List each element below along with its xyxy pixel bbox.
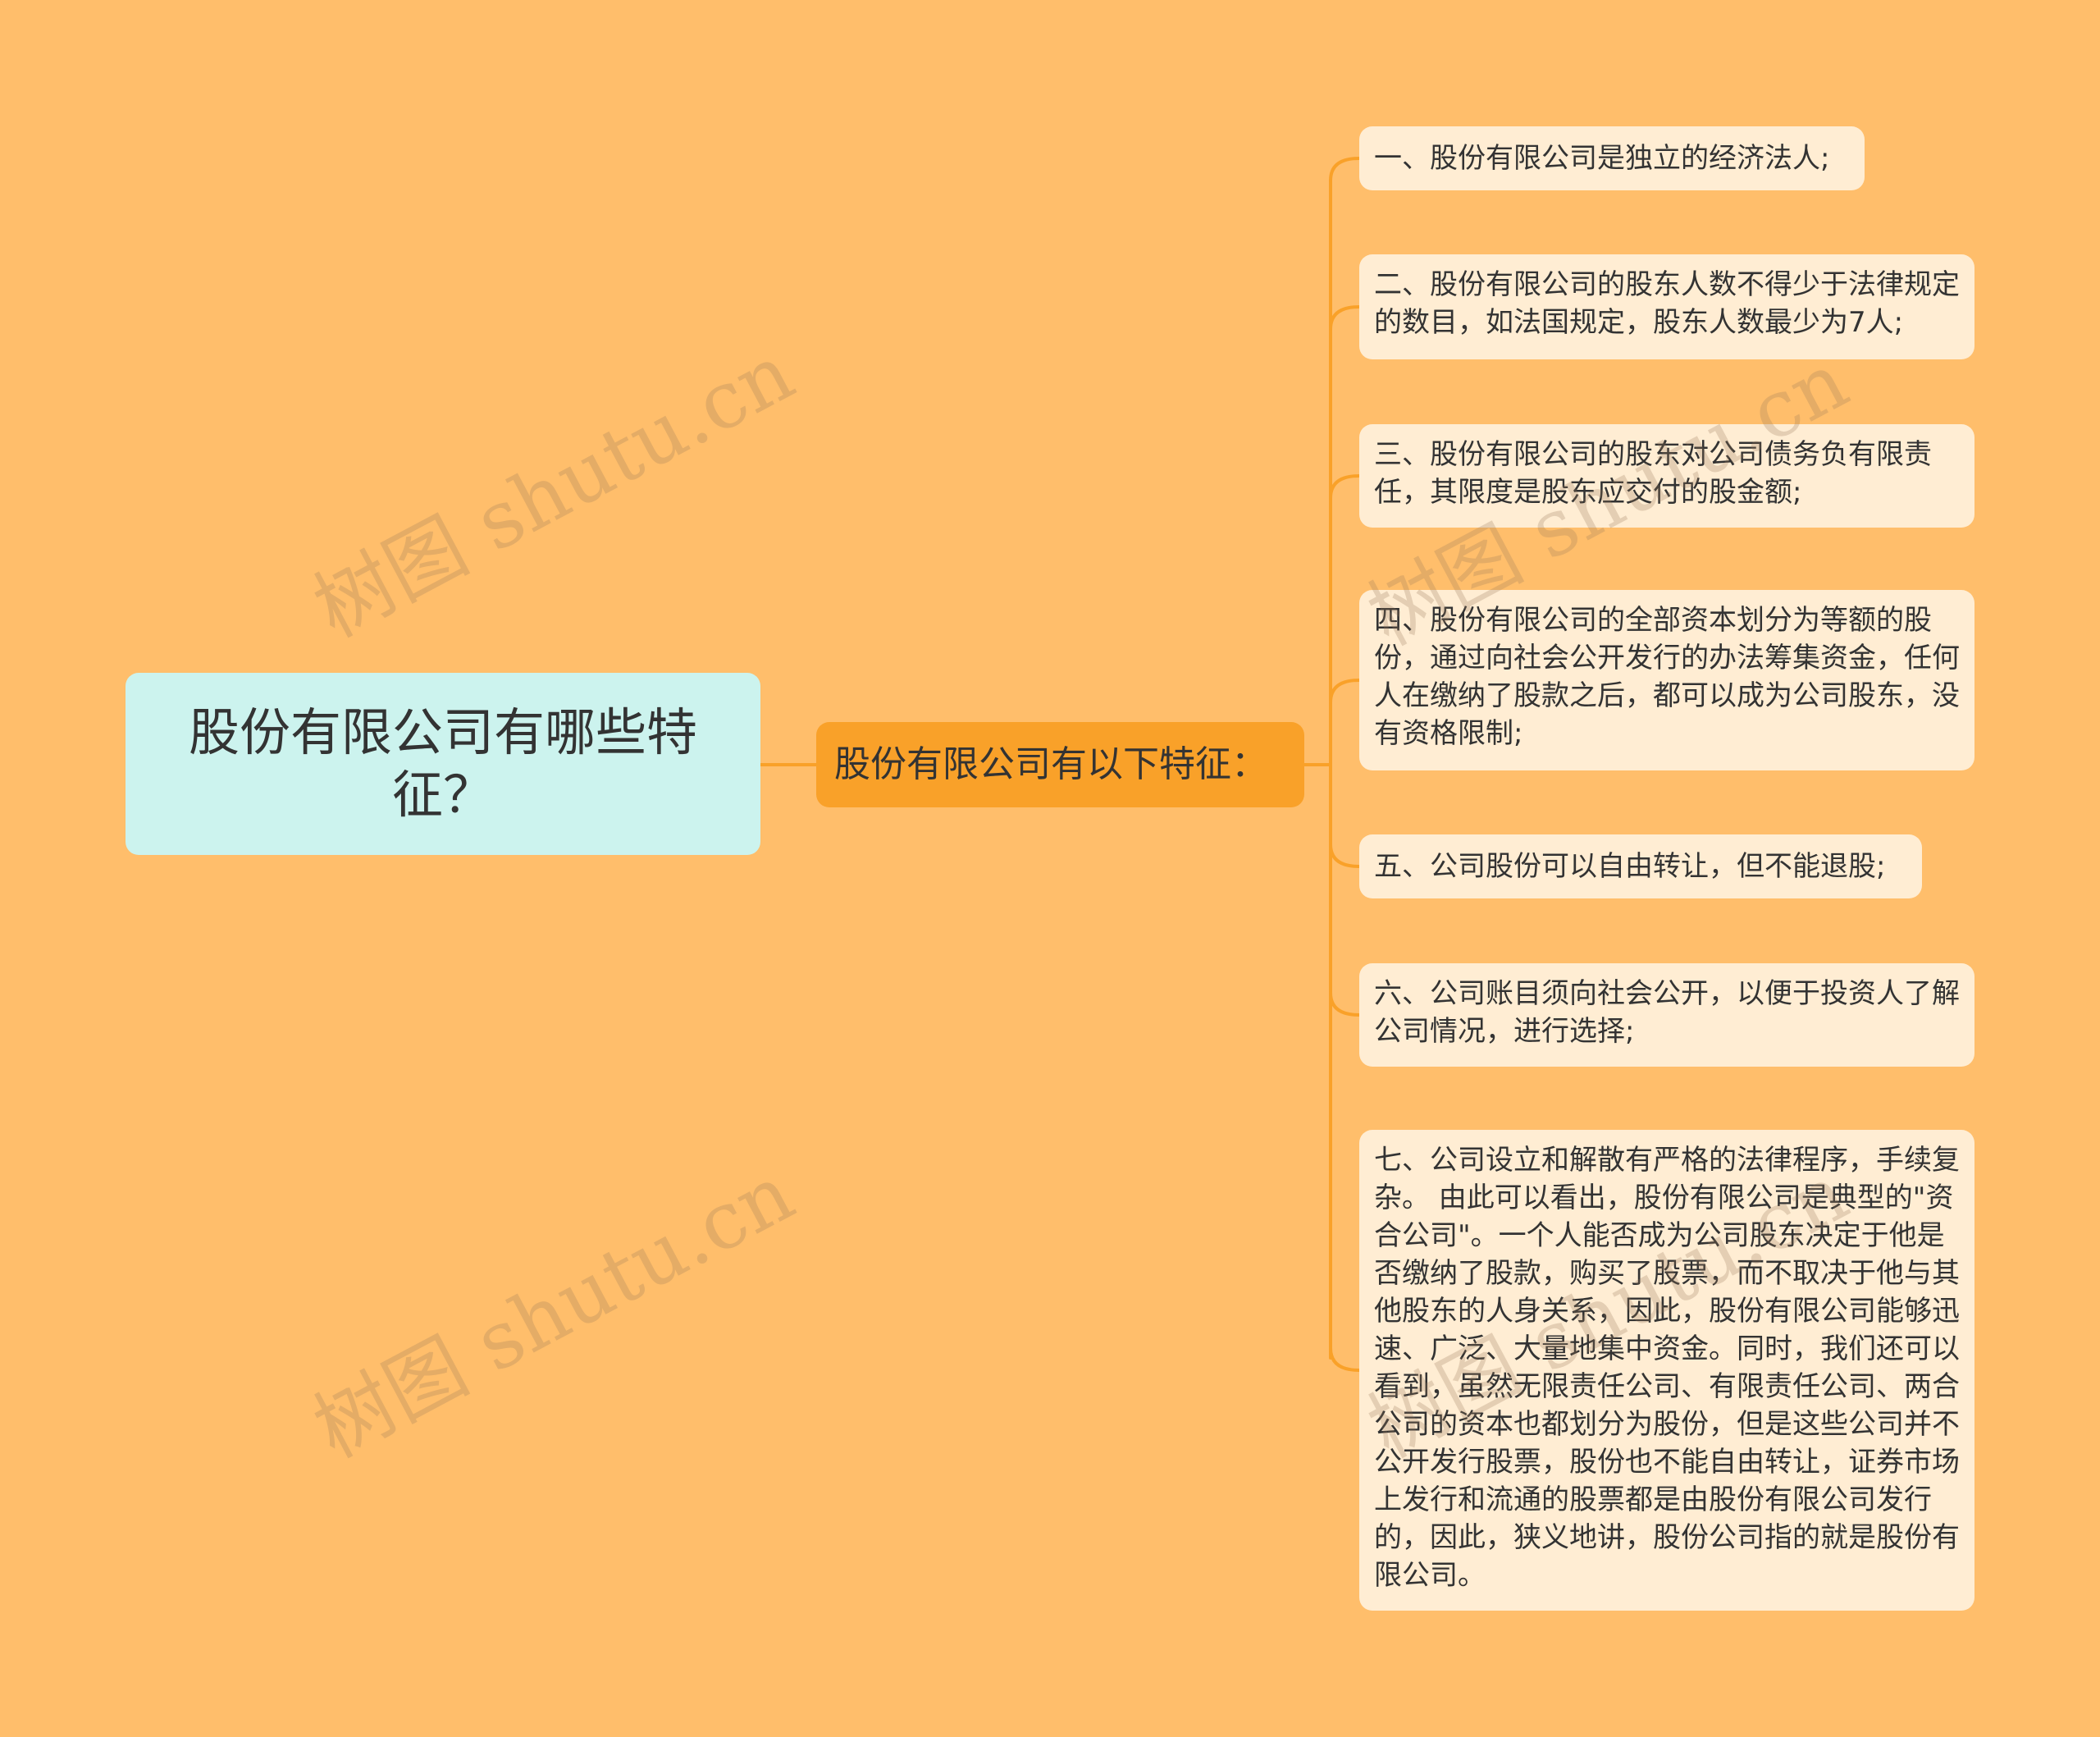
leaf-node-4[interactable]: 四、股份有限公司的全部资本划分为等额的股份，通过向社会公开发行的办法筹集资金，任… (1359, 590, 1974, 770)
leaf-node-2[interactable]: 二、股份有限公司的股东人数不得少于法律规定的数目，如法国规定，股东人数最少为7人… (1359, 254, 1974, 359)
connector-leaf-3 (1329, 474, 1361, 500)
leaf-node-1[interactable]: 一、股份有限公司是独立的经济法人; (1359, 126, 1865, 190)
leaf-label-3: 三、股份有限公司的股东对公司债务负有限责任，其限度是股东应交付的股金额; (1374, 438, 1932, 509)
leaf-label-1: 一、股份有限公司是独立的经济法人; (1374, 142, 1830, 175)
leaf-label-4: 四、股份有限公司的全部资本划分为等额的股份，通过向社会公开发行的办法筹集资金，任… (1374, 604, 1960, 750)
root-topic-label: 股份有限公司有哪些特征？ (188, 702, 697, 825)
leaf-node-3[interactable]: 三、股份有限公司的股东对公司债务负有限责任，其限度是股东应交付的股金额; (1359, 424, 1974, 528)
connector-leaf-2 (1329, 305, 1361, 331)
connector-leaf-7 (1329, 1346, 1361, 1372)
leaf-node-7[interactable]: 七、公司设立和解散有严格的法律程序，手续复杂。 由此可以看出，股份有限公司是典型… (1359, 1130, 1974, 1611)
connector-leaf-4 (1329, 679, 1361, 704)
leaf-label-2: 二、股份有限公司的股东人数不得少于法律规定的数目，如法国规定，股东人数最少为7人… (1374, 268, 1960, 339)
leaf-label-5: 五、公司股份可以自由转让，但不能退股; (1374, 850, 1886, 883)
branch-topic-label: 股份有限公司有以下特征： (834, 743, 1267, 785)
connector-leaf-6 (1329, 991, 1361, 1017)
leaf-node-6[interactable]: 六、公司账目须向社会公开，以便于投资人了解公司情况，进行选择; (1359, 963, 1974, 1067)
connector-leaf-5 (1329, 843, 1361, 868)
leaf-label-6: 六、公司账目须向社会公开，以便于投资人了解公司情况，进行选择; (1374, 977, 1960, 1048)
leaf-label-7: 七、公司设立和解散有严格的法律程序，手续复杂。 由此可以看出，股份有限公司是典型… (1374, 1144, 1960, 1592)
connector-leaf-1 (1329, 157, 1361, 182)
root-topic-node[interactable]: 股份有限公司有哪些特征？ (126, 673, 760, 855)
branch-topic-node[interactable]: 股份有限公司有以下特征： (816, 722, 1304, 807)
leaf-node-5[interactable]: 五、公司股份可以自由转让，但不能退股; (1359, 834, 1922, 898)
